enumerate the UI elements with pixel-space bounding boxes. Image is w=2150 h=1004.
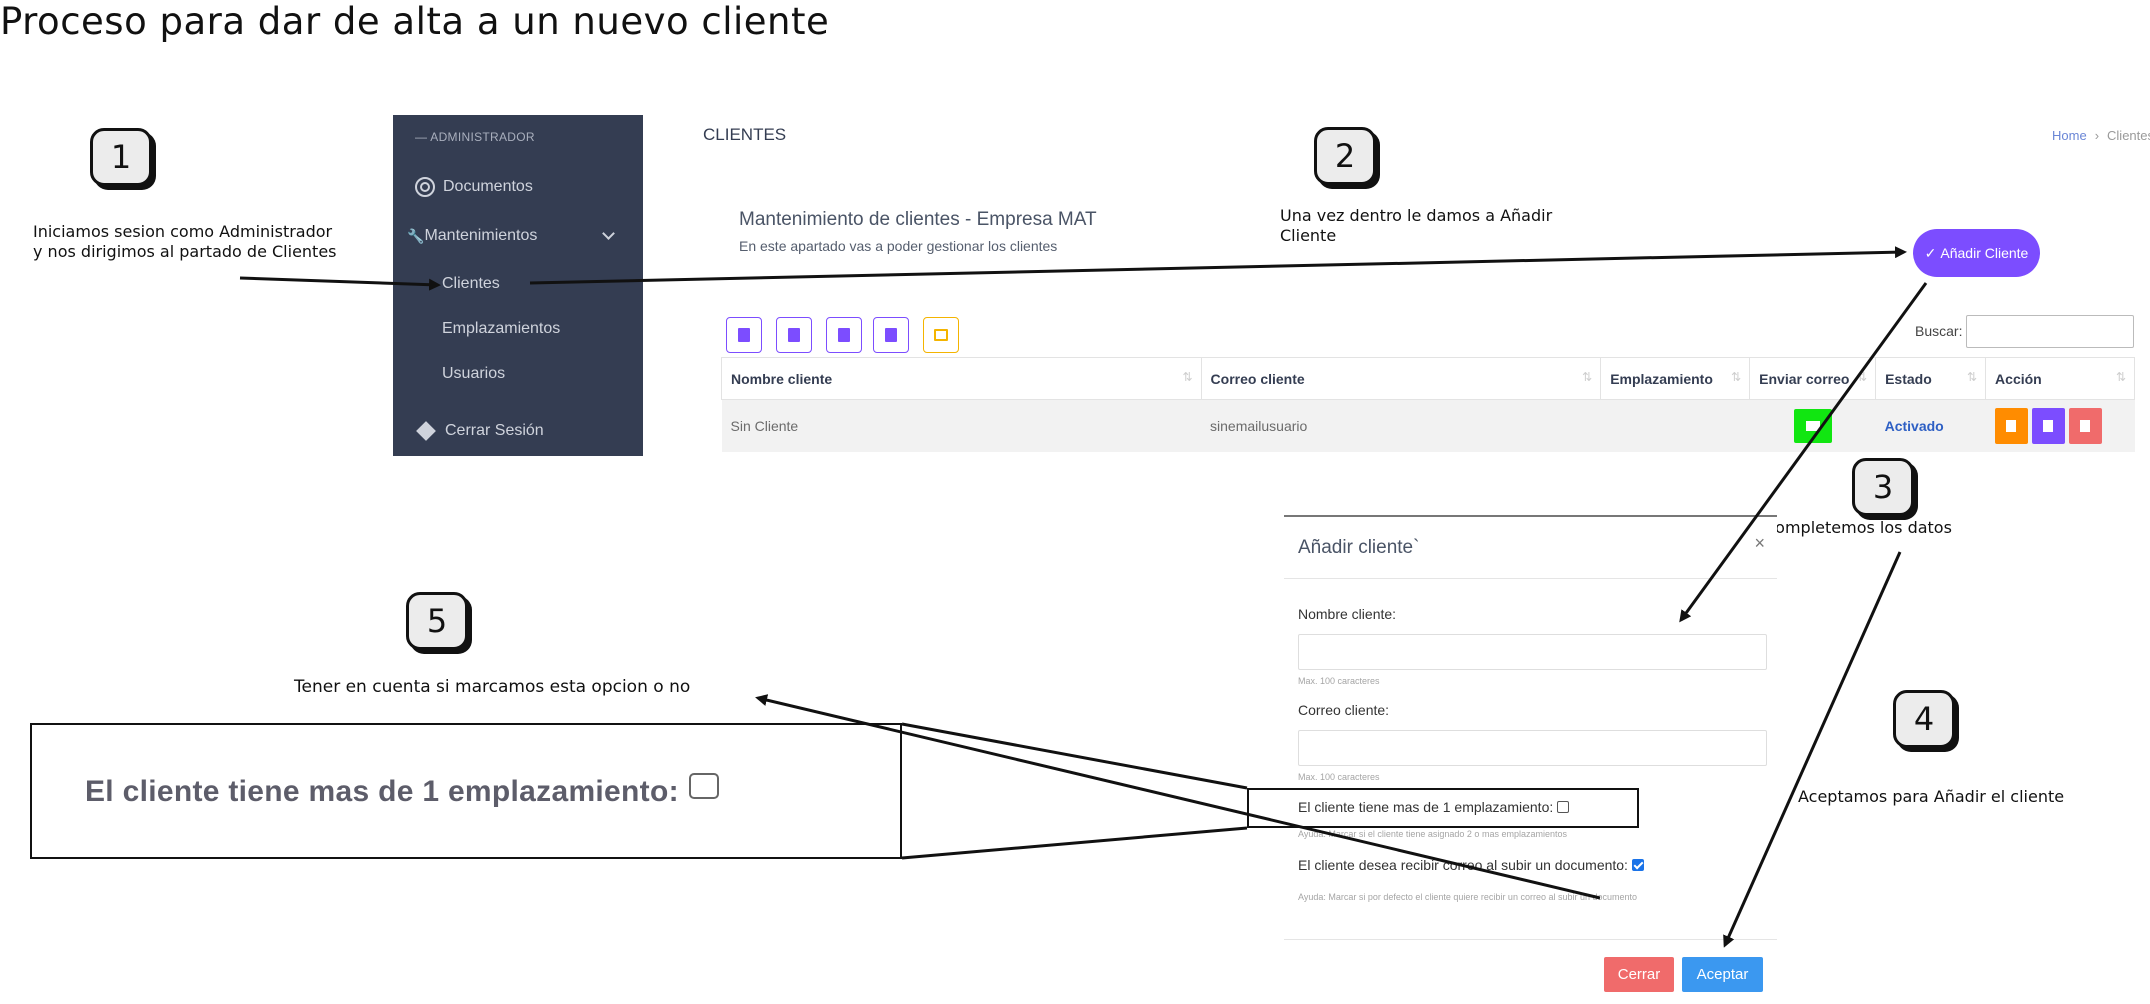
arrow-to-accept — [1723, 551, 1902, 948]
arrow-to-add-button — [529, 246, 1907, 285]
arrow-to-step5 — [755, 694, 1601, 900]
arrow-to-name-field — [1679, 282, 1928, 623]
zoom-connector-bottom — [901, 826, 1248, 860]
arrow-to-clientes — [239, 276, 441, 291]
zoom-connector-top — [901, 722, 1248, 790]
annotation-arrows — [239, 246, 1928, 948]
